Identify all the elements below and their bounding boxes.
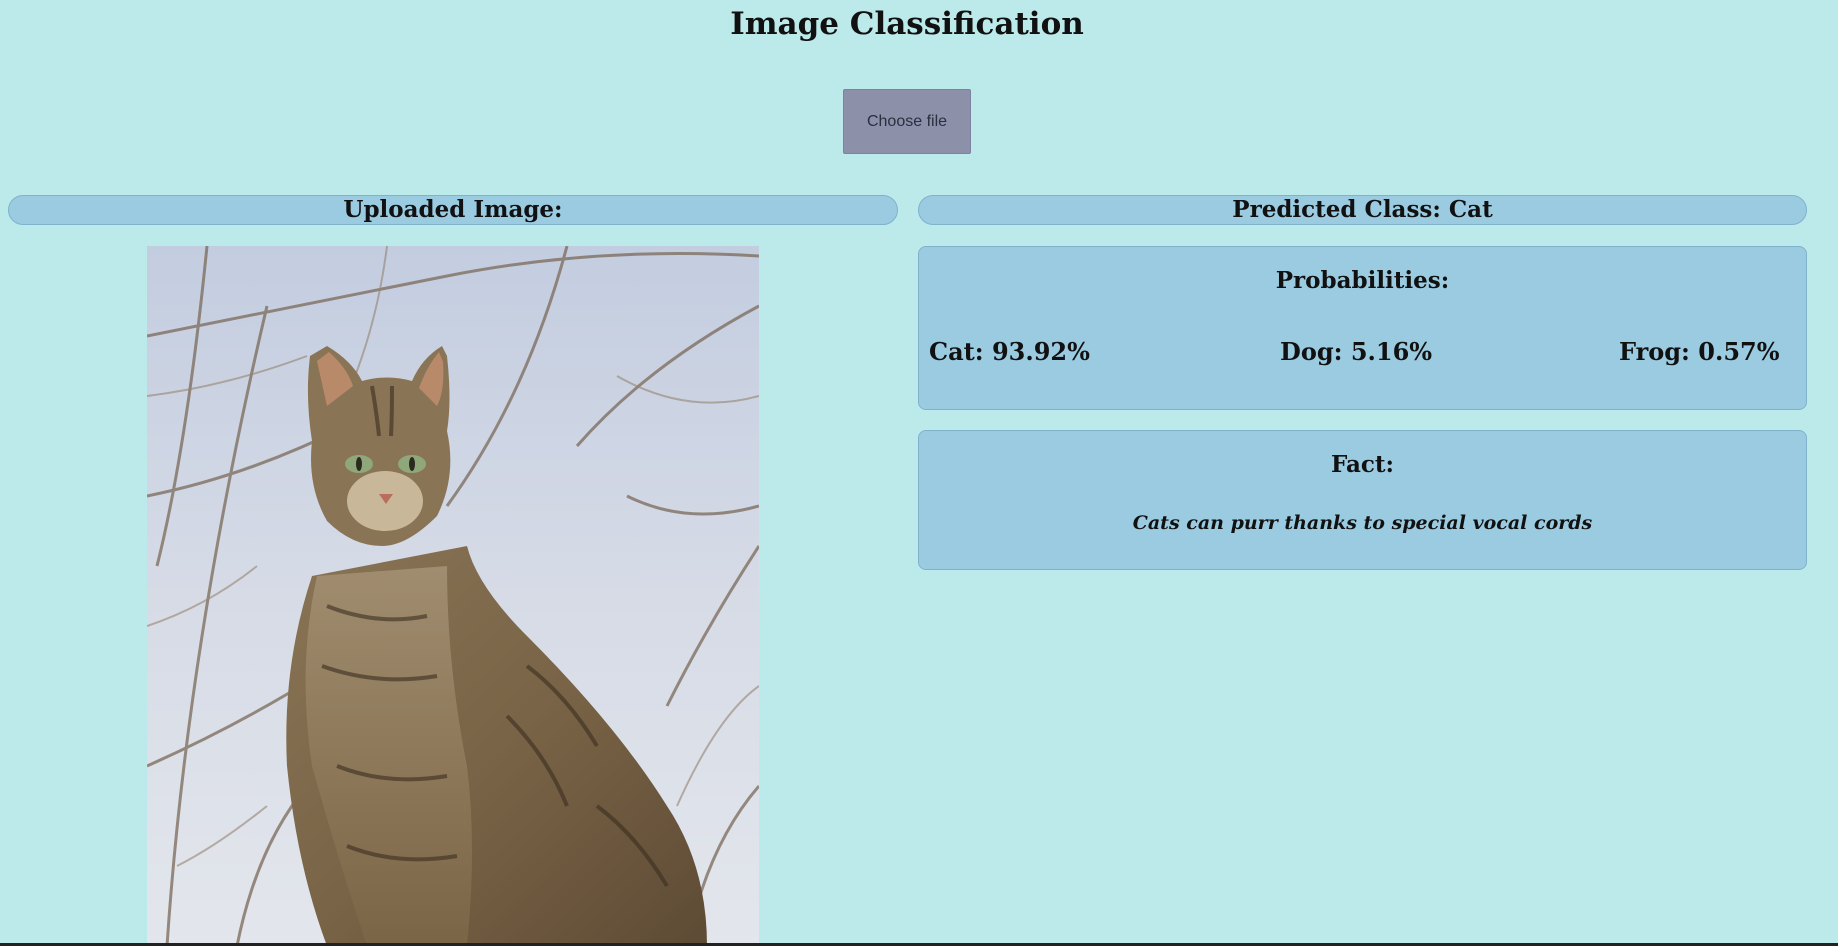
page: Image Classification Choose file Uploade… (0, 0, 1838, 946)
fact-text: Cats can purr thanks to special vocal co… (1132, 512, 1593, 534)
fact-heading: Fact: (1330, 451, 1395, 478)
probabilities-panel: Probabilities: Cat: 93.92% Dog: 5.16% Fr… (918, 246, 1807, 410)
page-title: Image Classification (730, 6, 1084, 42)
cat-photo (147, 246, 759, 946)
predicted-class-heading: Predicted Class: Cat (918, 195, 1807, 225)
fact-panel: Fact: Cats can purr thanks to special vo… (918, 430, 1807, 570)
probability-dog: Dog: 5.16% (1280, 337, 1433, 366)
choose-file-button[interactable]: Choose file (843, 89, 971, 154)
probability-cat: Cat: 93.92% (929, 337, 1090, 366)
uploaded-image (147, 246, 759, 946)
probabilities-row: Cat: 93.92% Dog: 5.16% Frog: 0.57% (929, 337, 1796, 367)
uploaded-image-heading: Uploaded Image: (8, 195, 898, 225)
probabilities-heading: Probabilities: (1275, 267, 1450, 294)
probability-frog: Frog: 0.57% (1619, 337, 1780, 366)
